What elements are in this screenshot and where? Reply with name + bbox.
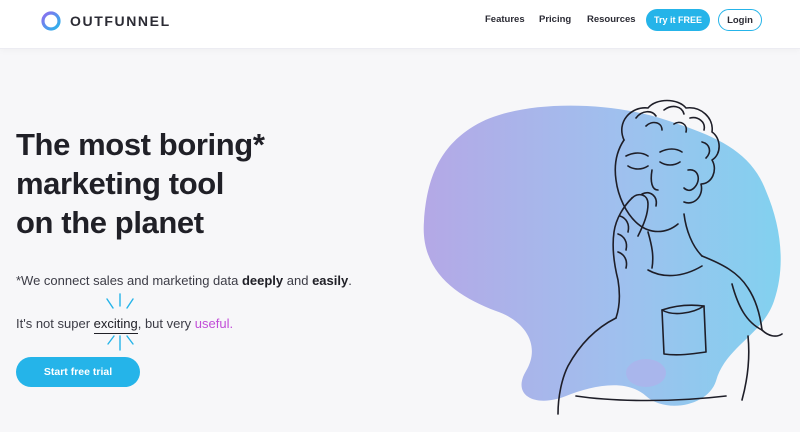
tagline-middle: , but very [137, 316, 195, 331]
subtitle-and: and [283, 273, 313, 288]
tagline-prefix: It's not super [16, 316, 94, 331]
hero-title-line-3: on the planet [16, 205, 204, 240]
hero-title: The most boring* marketing tool on the p… [16, 125, 336, 242]
subtitle-suffix: . [348, 273, 352, 288]
login-button[interactable]: Login [718, 9, 762, 31]
subtitle-deeply: deeply [241, 273, 284, 288]
outfunnel-logo-icon [41, 11, 61, 31]
hero-subtitle: *We connect sales and marketing data dee… [16, 273, 352, 288]
start-free-trial-button[interactable]: Start free trial [16, 357, 140, 387]
site-header: OUTFUNNEL Features Pricing Resources Try… [0, 0, 800, 49]
exciting-underline [93, 332, 138, 334]
nav-features[interactable]: Features [485, 14, 525, 25]
brand-name: OUTFUNNEL [70, 13, 171, 29]
yawning-person-illustration [423, 99, 783, 415]
hero-title-line-1: The most boring* [16, 127, 265, 162]
hero-tagline: It's not super exciting, but very useful… [16, 316, 234, 334]
subtitle-prefix: *We connect sales and marketing data [16, 273, 242, 288]
nav-pricing[interactable]: Pricing [539, 14, 571, 25]
tagline-exciting-text: exciting [93, 316, 138, 331]
small-blob [626, 359, 666, 387]
hero-title-line-2: marketing tool [16, 166, 224, 201]
subtitle-easily: easily [312, 273, 349, 288]
nav-resources[interactable]: Resources [587, 14, 636, 25]
try-free-button[interactable]: Try it FREE [646, 9, 710, 31]
tagline-exciting: exciting [93, 316, 138, 334]
brand-logo[interactable]: OUTFUNNEL [40, 10, 171, 32]
background-blob [423, 105, 781, 406]
tagline-useful: useful. [194, 316, 234, 331]
